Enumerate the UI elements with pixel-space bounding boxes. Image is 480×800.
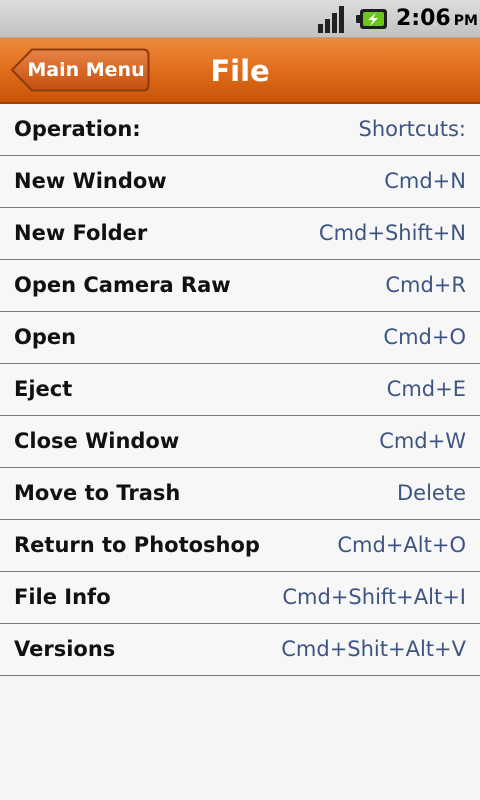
shortcut-keys: Cmd+N [384, 169, 466, 193]
operation-name: Open Camera Raw [14, 273, 231, 297]
title-bar: Main Menu File [0, 38, 480, 104]
back-button-label: Main Menu [27, 59, 145, 81]
operation-name: Move to Trash [14, 481, 181, 505]
operation-name: Versions [14, 637, 116, 661]
operation-column-header: Operation: [14, 117, 141, 141]
shortcut-keys: Cmd+R [385, 273, 466, 297]
operation-name: New Window [14, 169, 167, 193]
battery-charging-icon [356, 9, 387, 29]
shortcut-keys: Cmd+O [383, 325, 466, 349]
signal-strength-icon [318, 6, 344, 33]
status-bar: 2:06 PM [0, 0, 480, 38]
shortcut-list: Operation: Shortcuts: New Window Cmd+N N… [0, 104, 480, 676]
main-menu-back-button[interactable]: Main Menu [10, 48, 150, 92]
list-item[interactable]: Close Window Cmd+W [0, 416, 480, 468]
list-item[interactable]: Open Camera Raw Cmd+R [0, 260, 480, 312]
list-item[interactable]: Move to Trash Delete [0, 468, 480, 520]
list-item[interactable]: Open Cmd+O [0, 312, 480, 364]
list-item[interactable]: New Folder Cmd+Shift+N [0, 208, 480, 260]
page-title: File [210, 54, 270, 88]
operation-name: File Info [14, 585, 111, 609]
shortcut-column-header: Shortcuts: [358, 117, 466, 141]
operation-name: Return to Photoshop [14, 533, 260, 557]
shortcut-keys: Cmd+Alt+O [337, 533, 466, 557]
list-item[interactable]: File Info Cmd+Shift+Alt+I [0, 572, 480, 624]
shortcut-keys: Cmd+W [379, 429, 466, 453]
operation-name: Close Window [14, 429, 180, 453]
shortcut-keys: Delete [397, 481, 466, 505]
clock-time: 2:06 [396, 6, 451, 31]
status-clock: 2:06 PM [396, 5, 478, 33]
shortcut-keys: Cmd+Shit+Alt+V [281, 637, 466, 661]
list-item[interactable]: Return to Photoshop Cmd+Alt+O [0, 520, 480, 572]
list-item[interactable]: New Window Cmd+N [0, 156, 480, 208]
operation-name: Open [14, 325, 77, 349]
operation-name: Eject [14, 377, 73, 401]
list-item[interactable]: Versions Cmd+Shit+Alt+V [0, 624, 480, 676]
list-item[interactable]: Eject Cmd+E [0, 364, 480, 416]
clock-ampm: PM [453, 13, 478, 29]
shortcut-keys: Cmd+Shift+N [318, 221, 466, 245]
shortcut-keys: Cmd+Shift+Alt+I [282, 585, 466, 609]
shortcut-keys: Cmd+E [386, 377, 466, 401]
operation-name: New Folder [14, 221, 148, 245]
list-header-row: Operation: Shortcuts: [0, 104, 480, 156]
